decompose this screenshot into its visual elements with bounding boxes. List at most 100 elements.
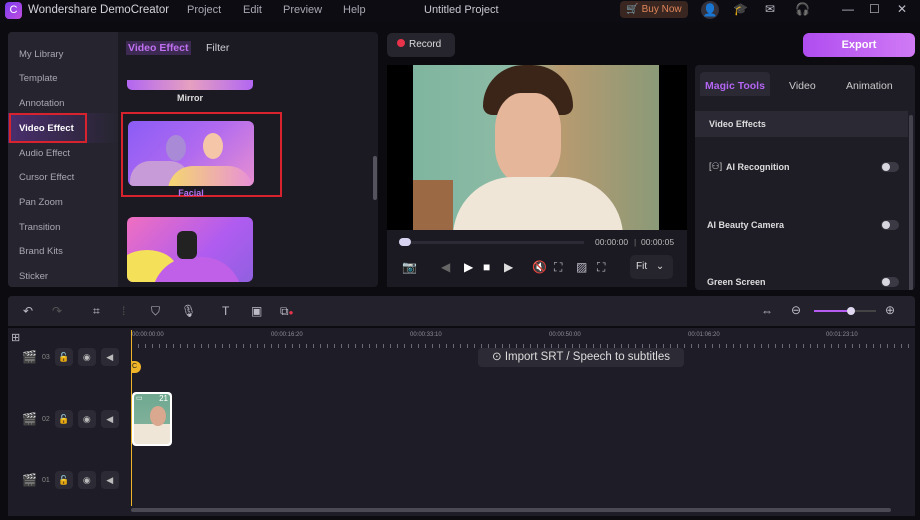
speaker-icon[interactable]: ◀ (100, 410, 119, 428)
ai-beauty-label: AI Beauty Camera (707, 220, 785, 230)
effect-facial-card[interactable]: Facial (121, 112, 282, 198)
ruler-label: 00:00:00:00 (132, 332, 164, 338)
zoom-in-icon[interactable]: ⊕ (885, 303, 895, 317)
playhead-marker[interactable]: C (132, 361, 141, 373)
menu-project[interactable]: Project (187, 4, 221, 16)
zoom-out-icon[interactable]: ⊖ (791, 303, 801, 317)
resource-sidebar: My Library Template Annotation Video Eff… (8, 32, 118, 287)
snapshot-icon[interactable]: 📷 (402, 260, 417, 274)
sidebar-item-transition[interactable]: Transition (19, 222, 60, 233)
tutorial-icon[interactable]: 🎓 (733, 2, 748, 16)
playback-progress[interactable] (399, 241, 584, 244)
lock-icon[interactable]: 🔓 (54, 348, 73, 366)
fit-timeline-icon[interactable]: ⇔ (761, 304, 773, 318)
mask-icon[interactable]: ▨ (576, 260, 587, 274)
sidebar-item-pan-zoom[interactable]: Pan Zoom (19, 197, 63, 208)
tab-video[interactable]: Video (789, 80, 816, 92)
next-frame-icon[interactable]: ▶ (504, 260, 513, 274)
tab-animation[interactable]: Animation (846, 80, 893, 92)
ai-recognition-toggle[interactable] (881, 162, 899, 172)
section-title: Video Effects (709, 119, 766, 129)
split-icon[interactable]: ⁞ (122, 304, 125, 318)
zoom-slider-fill (814, 310, 852, 312)
ai-beauty-toggle[interactable] (881, 220, 899, 230)
clip-thumbnail: ▭ 21 (134, 394, 170, 444)
section-video-effects: Video Effects (695, 111, 908, 137)
zoom-select[interactable]: Fit ⌄ (630, 255, 673, 279)
timeline-scrollbar[interactable] (131, 508, 891, 512)
video-clip[interactable]: ▭ 21 (132, 392, 172, 446)
sidebar-item-sticker[interactable]: Sticker (19, 271, 48, 282)
properties-scrollbar[interactable] (909, 115, 913, 290)
sidebar-item-cursor-effect[interactable]: Cursor Effect (19, 172, 74, 183)
export-button[interactable]: Export (803, 33, 915, 57)
microphone-icon[interactable]: 🎙 (181, 304, 196, 318)
progress-handle[interactable] (399, 238, 411, 246)
sidebar-item-template[interactable]: Template (19, 73, 58, 84)
text-icon[interactable]: T (222, 304, 229, 318)
ai-recognition-icon: [⚇] (709, 161, 723, 171)
ruler-label: 00:01:06:20 (688, 332, 720, 338)
eye-icon[interactable]: ◉ (77, 410, 96, 428)
crop-tool-icon[interactable]: ⌗ (93, 304, 100, 319)
support-icon[interactable]: 🎧 (795, 2, 810, 16)
menu-preview[interactable]: Preview (283, 4, 322, 16)
ruler-label: 00:00:33:10 (410, 332, 442, 338)
record-button[interactable]: Record (387, 33, 455, 57)
timeline-toolbar: ↶ ↷ ⌗ ⁞ ⛉ 🎙 T ▣ ⧉● ⇔ ⊖ ⊕ (8, 296, 915, 326)
menu-help[interactable]: Help (343, 4, 366, 16)
record-dot-icon (397, 39, 405, 47)
tab-video-effect[interactable]: Video Effect (126, 41, 191, 55)
eye-icon[interactable]: ◉ (77, 471, 96, 489)
green-screen-label: Green Screen (707, 277, 766, 287)
mail-icon[interactable]: ✉ (765, 2, 775, 16)
cart-icon: 🛒 (626, 4, 639, 15)
minimize-icon[interactable]: — (842, 2, 854, 16)
zoom-slider-handle[interactable] (847, 307, 855, 315)
mute-icon[interactable]: 🔇 (532, 260, 547, 274)
multi-clip-icon[interactable]: ⧉● (280, 304, 293, 319)
sidebar-item-video-effect[interactable]: Video Effect (8, 113, 118, 143)
speaker-icon[interactable]: ◀ (100, 471, 119, 489)
image-icon[interactable]: ▣ (251, 304, 262, 318)
effect-thumb-3[interactable] (127, 217, 253, 282)
sidebar-item-annotation[interactable]: Annotation (19, 98, 64, 109)
effect-mirror-thumb[interactable] (127, 80, 253, 90)
undo-icon[interactable]: ↶ (23, 304, 33, 318)
lock-icon[interactable]: 🔓 (54, 410, 73, 428)
redo-icon[interactable]: ↷ (52, 304, 62, 318)
video-frame (413, 65, 659, 230)
tab-filter[interactable]: Filter (206, 42, 229, 54)
import-srt-label: Import SRT / Speech to subtitles (504, 351, 670, 363)
stop-icon[interactable]: ■ (483, 260, 490, 274)
green-screen-toggle[interactable] (881, 277, 899, 287)
account-icon[interactable]: 👤 (701, 1, 719, 19)
ruler[interactable]: 00:00:00:00 00:00:16:20 00:00:33:10 00:0… (131, 330, 915, 348)
project-title: Untitled Project (424, 4, 499, 16)
sidebar-item-audio-effect[interactable]: Audio Effect (19, 148, 70, 159)
menu-edit[interactable]: Edit (243, 4, 262, 16)
fullscreen-icon[interactable]: ⛶ (597, 260, 605, 275)
tab-magic-tools[interactable]: Magic Tools (700, 72, 770, 96)
eye-icon[interactable]: ◉ (77, 348, 96, 366)
sidebar-item-my-library[interactable]: My Library (19, 49, 63, 60)
ruler-label: 00:01:23:10 (826, 332, 858, 338)
chevron-down-icon: ⌄ (655, 261, 665, 272)
buy-now-button[interactable]: 🛒 Buy Now (620, 1, 688, 18)
maximize-icon[interactable]: ☐ (869, 2, 880, 16)
add-track-icon[interactable]: ⊞ (11, 331, 20, 344)
title-bar: C Wondershare DemoCreator Project Edit P… (0, 0, 920, 22)
panel-scrollbar[interactable] (373, 156, 377, 200)
close-icon[interactable]: ✕ (897, 2, 907, 16)
duration: 00:00:05 (641, 237, 675, 247)
sidebar-item-brand-kits[interactable]: Brand Kits (19, 246, 63, 257)
track-02-header: 🎬 02 🔓 ◉ ◀ (22, 410, 119, 428)
zoom-slider[interactable] (814, 307, 876, 315)
marker-icon[interactable]: ⛉ (151, 304, 160, 319)
crop-icon[interactable]: ⛶ (554, 260, 562, 275)
lock-icon[interactable]: 🔓 (54, 471, 73, 489)
speaker-icon[interactable]: ◀ (100, 348, 119, 366)
prev-frame-icon[interactable]: ◀ (441, 260, 450, 274)
play-icon[interactable]: ▶ (464, 260, 473, 274)
import-srt-button[interactable]: ⊙ Import SRT / Speech to subtitles (478, 348, 684, 367)
